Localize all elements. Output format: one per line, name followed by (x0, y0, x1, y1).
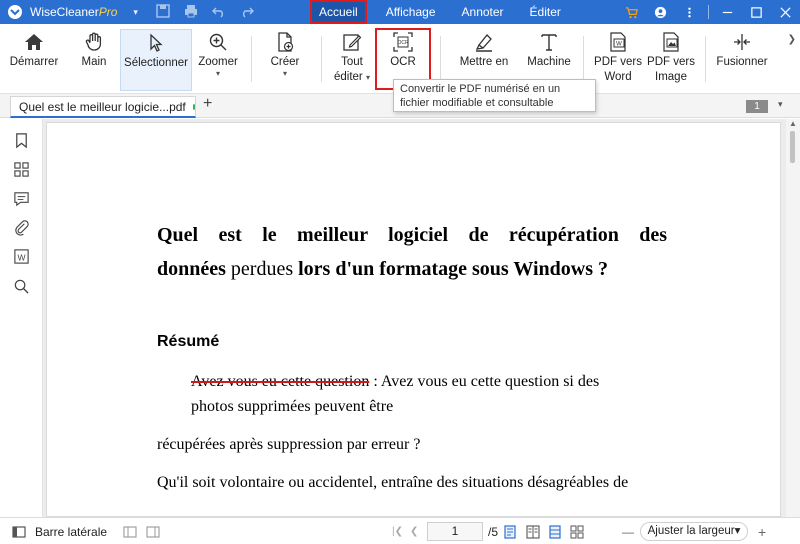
edit-icon (341, 29, 363, 55)
separator (251, 36, 252, 82)
menu-affichage[interactable]: Affichage (373, 0, 449, 24)
select-tool-button[interactable]: Sélectionner (120, 29, 192, 91)
page-count-badge: 1 (746, 100, 768, 113)
add-tab-button[interactable]: + (203, 95, 212, 113)
start-button[interactable]: Démarrer (8, 29, 60, 91)
two-page-icon[interactable] (526, 518, 540, 544)
chevron-down-icon[interactable]: ▾ (778, 99, 783, 110)
zoom-in-button[interactable]: + (758, 518, 766, 544)
prev-page-icon[interactable]: ❮ (410, 518, 418, 544)
undo-icon[interactable] (211, 4, 226, 21)
zoom-in-icon (207, 29, 229, 55)
chevron-down-icon: ▾ (215, 69, 220, 78)
separator (708, 5, 709, 19)
single-page-icon[interactable] (503, 518, 517, 544)
menu-editer[interactable]: Éditer (517, 0, 574, 24)
quick-access (156, 3, 254, 21)
thumbnails-icon[interactable] (12, 160, 30, 178)
title-bar: WiseCleanerPro ▾ Accueil Affichage Annot… (0, 0, 800, 24)
unsaved-dot-icon (192, 103, 195, 110)
page-total: /5 (488, 524, 499, 539)
zoom-button[interactable]: Zoomer ▾ (196, 29, 240, 91)
vertical-scrollbar[interactable]: ▲ (786, 119, 800, 517)
pdf-page[interactable] (46, 122, 781, 517)
separator (440, 36, 441, 82)
app-logo-icon (4, 0, 26, 24)
main-menu: Accueil Affichage Annoter Éditer (310, 0, 574, 24)
print-icon[interactable] (184, 4, 198, 21)
minimize-icon[interactable] (713, 0, 742, 24)
app-name: WiseCleanerPro (30, 5, 118, 19)
pdf-to-image-button[interactable]: PDF vers Image (645, 29, 697, 91)
more-icon[interactable] (675, 0, 704, 24)
maximize-icon[interactable] (742, 0, 771, 24)
pdf-to-word-button[interactable]: W PDF vers Word (592, 29, 644, 91)
sidebar-label[interactable]: Barre latérale (35, 518, 107, 544)
home-icon (23, 29, 45, 55)
zoom-out-button[interactable]: — (622, 518, 634, 544)
merge-icon (731, 29, 753, 55)
svg-text:OCR: OCR (397, 40, 409, 46)
svg-text:W: W (17, 252, 25, 262)
account-icon[interactable] (646, 0, 675, 24)
document-viewer[interactable]: ▲ (43, 119, 800, 517)
first-page-icon[interactable]: |❮ (392, 518, 403, 544)
document-title-line1: Quel est le meilleur logiciel de récupér… (157, 224, 667, 246)
menu-accueil[interactable]: Accueil (310, 0, 367, 24)
panel-left-icon[interactable] (123, 518, 137, 544)
save-icon[interactable] (156, 3, 170, 21)
menu-annoter[interactable]: Annoter (449, 0, 517, 24)
highlighter-icon (473, 29, 495, 55)
separator (321, 36, 322, 82)
image-file-icon (660, 29, 682, 55)
new-document-icon (274, 29, 296, 55)
paragraph-4: Qu'il soit volontaire ou accidentel, ent… (157, 474, 629, 491)
scroll-thumb[interactable] (790, 131, 795, 163)
word-file-icon: W (607, 29, 629, 55)
close-icon[interactable] (771, 0, 800, 24)
edit-all-button[interactable]: Tout éditer ▾ (330, 29, 374, 91)
tab-document[interactable]: Quel est le meilleur logicie...pdf (10, 96, 196, 118)
comment-icon[interactable] (12, 189, 30, 207)
window-controls (617, 0, 800, 24)
struck-text: Avez vous eu cette question (191, 373, 370, 390)
hand-icon (83, 29, 105, 55)
svg-text:W: W (616, 42, 622, 48)
redo-icon[interactable] (240, 4, 254, 21)
status-bar: Barre latérale |❮ ❮ 1 /5 — Ajuster la la… (0, 517, 800, 544)
hand-tool-button[interactable]: Main (72, 29, 116, 91)
word-icon[interactable]: W (12, 247, 30, 265)
create-button[interactable]: Créer ▾ (262, 29, 308, 91)
continuous-page-icon[interactable] (548, 518, 562, 544)
search-icon[interactable] (12, 277, 30, 295)
zoom-select[interactable]: Ajuster la largeur▾ (640, 522, 748, 541)
panel-right-icon[interactable] (146, 518, 160, 544)
chevron-down-icon: ▾ (282, 69, 287, 78)
cart-icon[interactable] (617, 0, 646, 24)
sidebar-toggle-icon[interactable] (12, 518, 26, 544)
cursor-icon (145, 30, 167, 56)
page-number-input[interactable]: 1 (427, 522, 483, 541)
chevron-down-icon: ▾ (365, 73, 370, 82)
document-title-line2: données perdues lors d'un formatage sous… (157, 258, 608, 280)
ribbon-scroll-icon[interactable]: ❯ (788, 34, 796, 45)
ocr-tooltip: Convertir le PDF numérisé en un fichier … (393, 79, 596, 112)
paragraph-2: photos supprimées peuvent être (191, 398, 394, 415)
merge-button[interactable]: Fusionner (714, 29, 770, 91)
separator (583, 36, 584, 82)
ocr-icon: OCR (392, 29, 414, 55)
text-icon (538, 29, 560, 55)
summary-heading: Résumé (157, 333, 220, 350)
bookmark-icon[interactable] (12, 131, 30, 149)
app-menu-dropdown[interactable]: ▾ (133, 7, 138, 18)
paragraph-1: Avez vous eu cette question : Avez vous … (191, 373, 600, 390)
grid-view-icon[interactable] (570, 518, 584, 544)
separator (705, 36, 706, 82)
attachment-icon[interactable] (12, 218, 30, 236)
scroll-up-icon[interactable]: ▲ (789, 119, 797, 128)
left-sidebar-rail: W (0, 119, 43, 517)
paragraph-3: récupérées après suppression par erreur … (157, 436, 421, 453)
